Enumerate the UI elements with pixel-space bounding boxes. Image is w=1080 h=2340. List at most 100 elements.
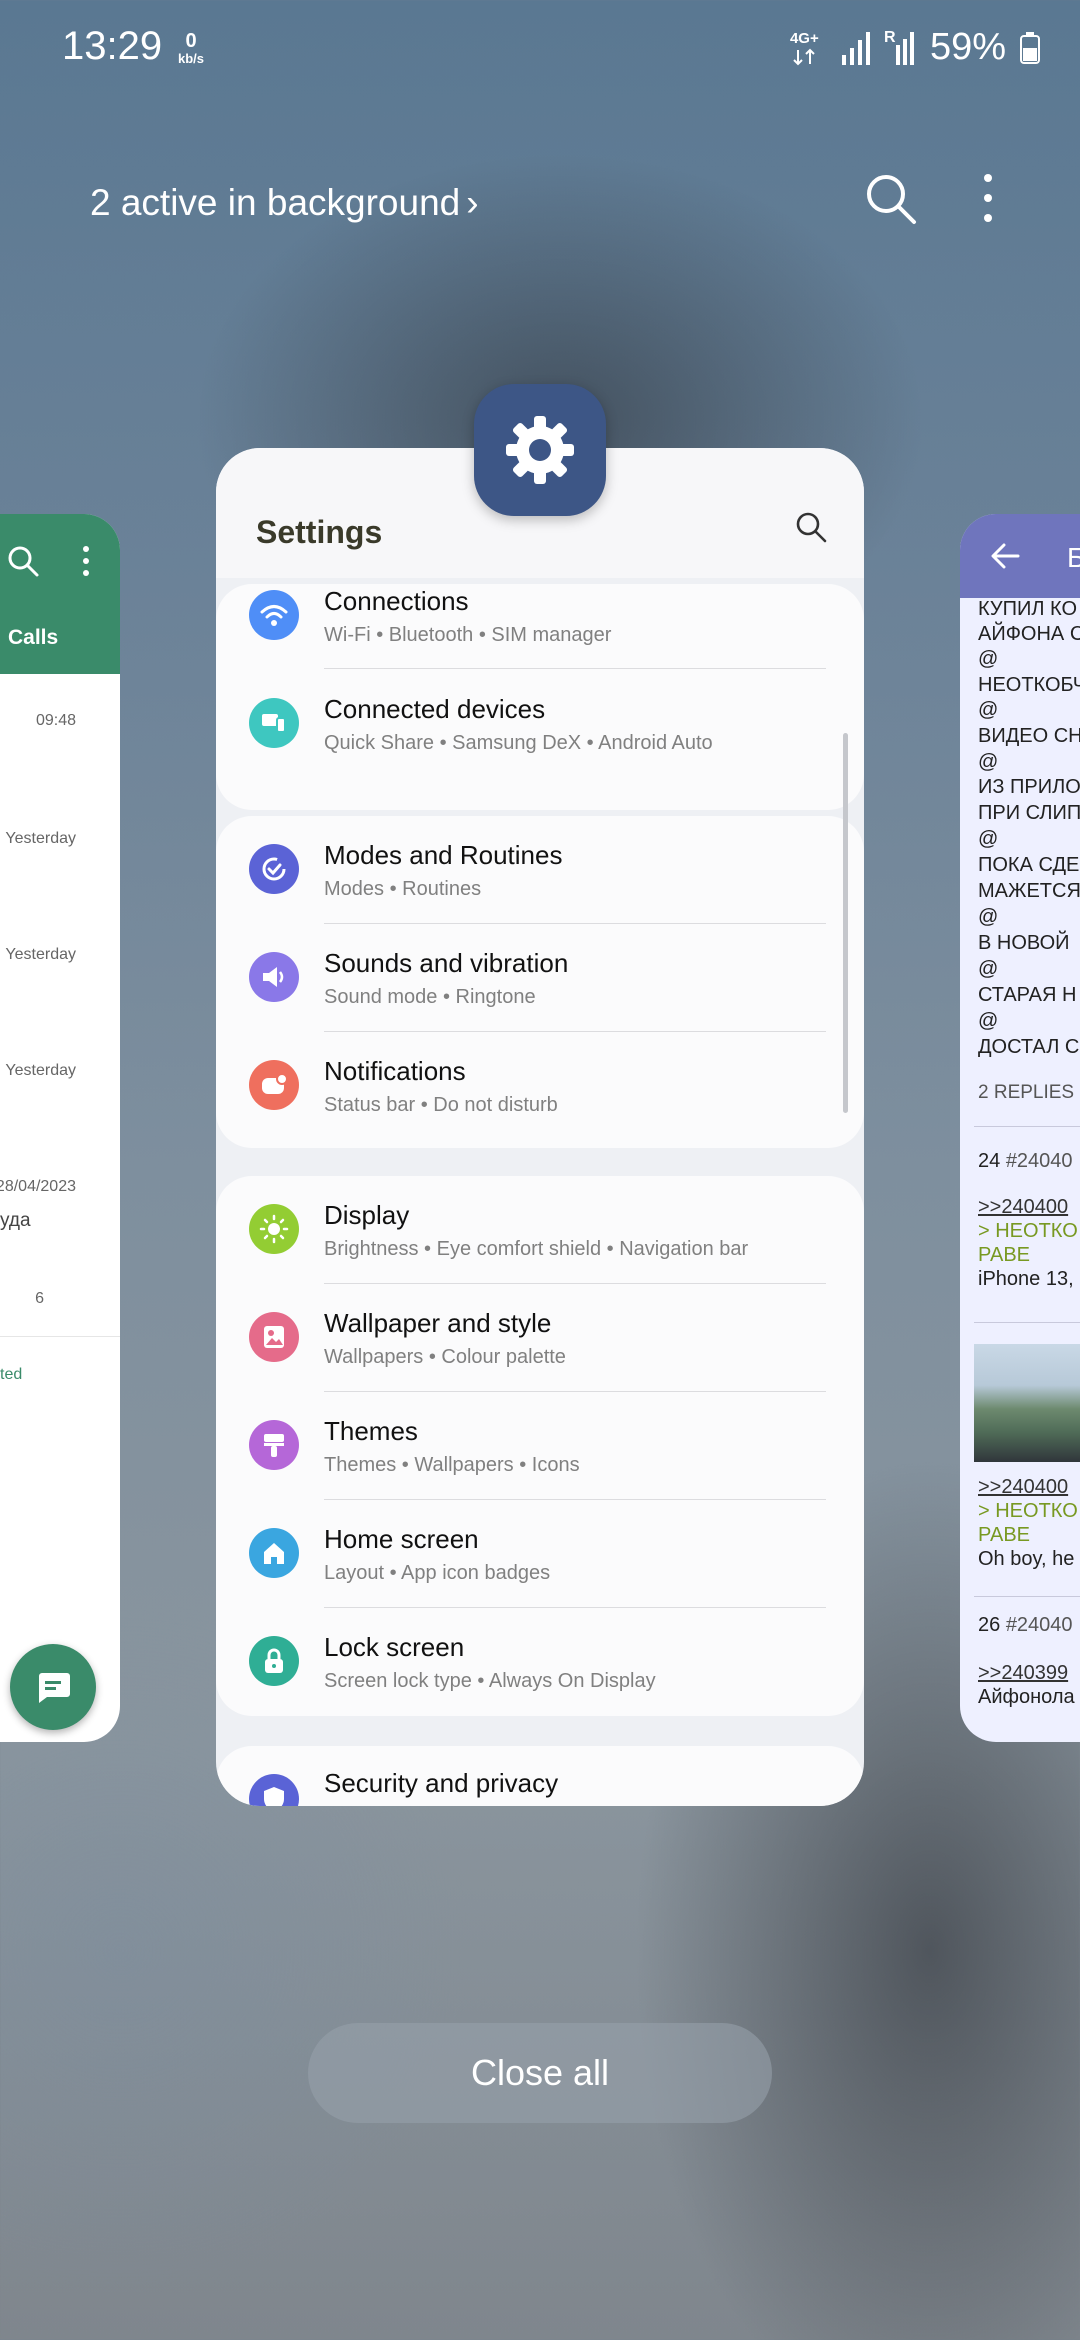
settings-item-connections[interactable]: Connections Wi-Fi • Bluetooth • SIM mana… (216, 562, 864, 670)
battery-icon (1020, 31, 1040, 64)
new-chat-button[interactable] (10, 1644, 96, 1730)
post-line: ВИДЕО СН (978, 725, 1080, 747)
settings-app-icon[interactable] (474, 384, 606, 516)
chat-time: Yesterday (5, 946, 76, 963)
post-image[interactable] (974, 1344, 1080, 1462)
settings-item-subtitle: Sound mode • Ringtone (324, 986, 536, 1008)
search-icon[interactable] (6, 544, 40, 578)
reply-link[interactable]: >>240400 (978, 1196, 1068, 1219)
settings-item-home-screen[interactable]: Home screen Layout • App icon badges (216, 1500, 864, 1608)
settings-item-wallpaper-and-style[interactable]: Wallpaper and style Wallpapers • Colour … (216, 1284, 864, 1392)
settings-item-title: Display (324, 1200, 410, 1230)
divider (974, 1322, 1080, 1323)
unread-count: 6 (35, 1290, 44, 1307)
settings-item-subtitle: Wallpapers • Colour palette (324, 1346, 566, 1368)
message-icon (39, 1673, 70, 1703)
post-line: ПОКА СДЕ (978, 854, 1080, 876)
replies-count[interactable]: 2 REPLIES (978, 1082, 1074, 1104)
post-id[interactable]: #24040 (1006, 1150, 1073, 1172)
chat-time: Yesterday (5, 1062, 76, 1079)
home-icon (249, 1528, 299, 1578)
settings-item-title: Themes (324, 1416, 418, 1446)
status-time: 13:29 (62, 24, 163, 68)
post-text: Oh boy, he (978, 1548, 1075, 1570)
settings-item-lock-screen[interactable]: Lock screen Screen lock type • Always On… (216, 1608, 864, 1716)
greentext-quote: > НЕОТКО (978, 1500, 1078, 1522)
search-icon[interactable] (862, 170, 918, 226)
settings-item-subtitle: Screen lock type • Always On Display (324, 1670, 656, 1692)
settings-item-title: Wallpaper and style (324, 1308, 552, 1338)
divider (324, 668, 826, 669)
post-number: 26 (978, 1614, 1001, 1636)
chat-preview: уда (0, 1210, 31, 1231)
search-icon[interactable] (794, 510, 828, 544)
settings-item-themes[interactable]: Themes Themes • Wallpapers • Icons (216, 1392, 864, 1500)
gear-icon (506, 416, 574, 484)
settings-item-subtitle: Modes • Routines (324, 878, 482, 900)
settings-item-title: Lock screen (324, 1632, 465, 1662)
modes-routines-icon (249, 844, 299, 894)
reply-link[interactable]: >>240400 (978, 1476, 1068, 1499)
network-speed: 0 kb/s (176, 30, 206, 66)
settings-item-subtitle: Brightness • Eye comfort shield • Naviga… (324, 1238, 749, 1260)
close-all-label: Close all (470, 2052, 610, 2093)
settings-item-title: Connections (324, 586, 469, 616)
post-line: @ (978, 1010, 999, 1032)
post-line: АЙФОНА С (978, 623, 1080, 645)
more-options-icon[interactable] (976, 170, 1000, 226)
greentext-quote: > НЕОТКО (978, 1220, 1078, 1242)
sun-icon (249, 1204, 299, 1254)
page-title: Settings (256, 514, 383, 550)
divider (0, 1336, 120, 1337)
lock-icon (249, 1636, 299, 1686)
settings-item-notifications[interactable]: Notifications Status bar • Do not distur… (216, 1032, 864, 1140)
post-id[interactable]: #24040 (1006, 1614, 1073, 1636)
settings-item-subtitle: Wi-Fi • Bluetooth • SIM manager (324, 624, 612, 646)
recent-app-card-messages[interactable]: Calls 09:48 Yesterday Yesterday Yesterda… (0, 514, 120, 1742)
post-line: @ (978, 751, 999, 773)
settings-group: Display Brightness • Eye comfort shield … (216, 1176, 864, 1716)
post-line: @ (978, 699, 999, 721)
wifi-icon (249, 590, 299, 640)
settings-item-display[interactable]: Display Brightness • Eye comfort shield … (216, 1176, 864, 1284)
settings-group: Connections Wi-Fi • Bluetooth • SIM mana… (216, 584, 864, 810)
settings-item-connected-devices[interactable]: Connected devices Quick Share • Samsung … (216, 670, 864, 778)
post-line: ПРИ СЛИП (978, 802, 1080, 824)
back-arrow-icon[interactable] (990, 542, 1020, 570)
greentext-quote: РАВЕ (978, 1524, 1031, 1546)
settings-item-title: Connected devices (324, 694, 546, 724)
notifications-icon (249, 1060, 299, 1110)
post-line: @ (978, 906, 999, 928)
settings-item-title: Notifications (324, 1056, 466, 1086)
settings-item-title: Sounds and vibration (324, 948, 569, 978)
chat-time: Yesterday (5, 830, 76, 847)
post-line: В НОВОЙ (978, 932, 1070, 954)
board-title: Б (1067, 542, 1080, 573)
settings-item-security-and-privacy[interactable]: Security and privacy (216, 1746, 864, 1806)
settings-item-title: Modes and Routines (324, 840, 563, 870)
imageboard-app-bar: Б (960, 514, 1080, 598)
network-speed-value: 0 (185, 30, 197, 52)
post-number: 24 (978, 1150, 1001, 1172)
recent-app-card-settings[interactable]: Settings Connections Wi-Fi • Bluetooth •… (216, 448, 864, 1806)
settings-item-sounds-and-vibration[interactable]: Sounds and vibration Sound mode • Ringto… (216, 924, 864, 1032)
post-line: ИЗ ПРИЛО (978, 776, 1080, 798)
battery-percent: 59% (929, 26, 1006, 68)
post-line: СТАРАЯ Н (978, 984, 1077, 1006)
close-all-button[interactable]: Close all (308, 2023, 772, 2123)
recent-app-card-imageboard[interactable]: Б КУПИЛ КО АЙФОНА С @ НЕОТКОБЧ @ ВИДЕО С… (960, 514, 1080, 1742)
status-icons: 4G+ R 59% (790, 26, 1040, 69)
speaker-icon (249, 952, 299, 1002)
more-options-icon[interactable] (80, 544, 92, 578)
tab-calls[interactable]: Calls (8, 626, 58, 650)
reply-link[interactable]: >>240399 (978, 1662, 1068, 1685)
settings-group: Security and privacy (216, 1746, 864, 1806)
post-line: МАЖЕТСЯ (978, 880, 1080, 902)
settings-item-modes-and-routines[interactable]: Modes and Routines Modes • Routines (216, 816, 864, 924)
settings-item-title: Security and privacy (324, 1768, 559, 1798)
scrollbar[interactable] (843, 733, 848, 1113)
active-in-background-link[interactable]: 2 active in background › (90, 182, 479, 224)
post-header: 24 #24040 (978, 1150, 1073, 1173)
settings-item-subtitle: Status bar • Do not disturb (324, 1094, 558, 1116)
chat-time: 28/04/2023 (0, 1178, 76, 1195)
